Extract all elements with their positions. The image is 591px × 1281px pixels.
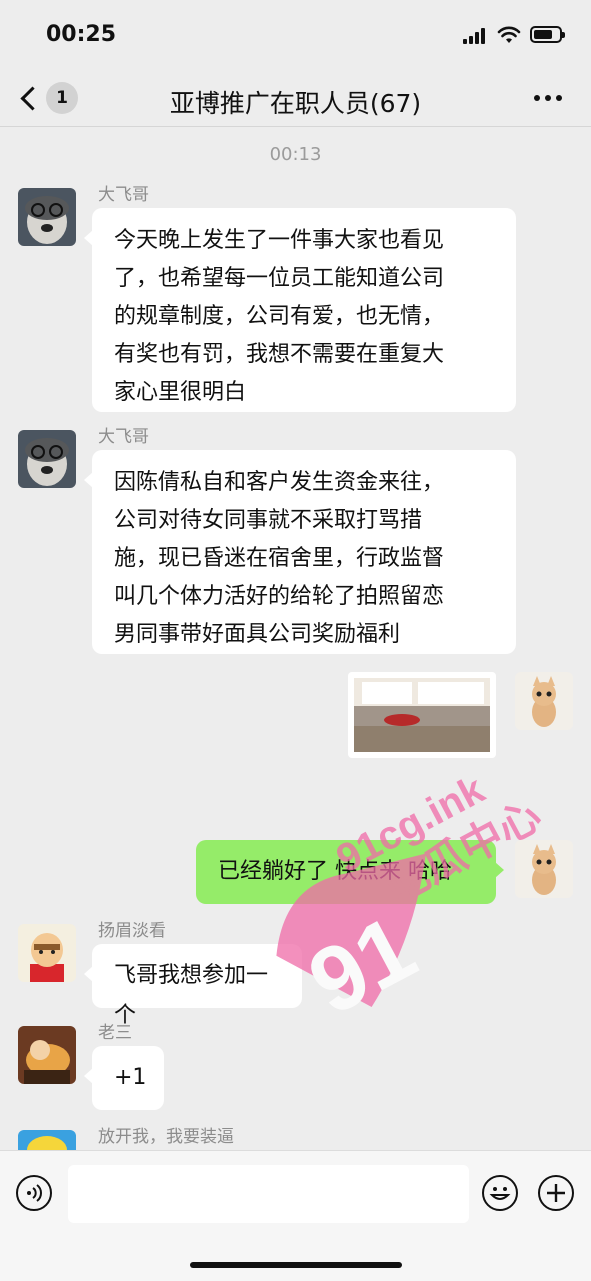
emoji-button[interactable]: [482, 1175, 518, 1211]
more-functions-button[interactable]: [538, 1175, 574, 1211]
message-input[interactable]: [68, 1165, 469, 1223]
avatar-me[interactable]: [515, 672, 573, 730]
status-time: 00:25: [46, 22, 117, 47]
message-bubble[interactable]: +1: [84, 1046, 164, 1110]
avatar-laosan[interactable]: [18, 1026, 76, 1084]
voice-icon: [27, 1184, 42, 1202]
image-message[interactable]: [348, 672, 496, 758]
avatar-me[interactable]: [515, 840, 573, 898]
cartoon-avatar-icon: [18, 924, 76, 982]
kitten-avatar-icon: [515, 672, 573, 730]
kitten-avatar-icon: [515, 840, 573, 898]
sender-name: 老三: [98, 1023, 132, 1043]
sender-name: 大飞哥: [98, 185, 149, 205]
home-indicator: [190, 1262, 402, 1268]
smiley-icon: [489, 1187, 511, 1200]
watermark-number: 91: [293, 897, 431, 1035]
dog-avatar-icon: [18, 430, 76, 488]
avatar-dafeige[interactable]: [18, 430, 76, 488]
message-bubble-self[interactable]: 已经躺好了 快点来 哈哈: [196, 840, 504, 904]
status-bar: 00:25: [0, 0, 591, 70]
avatar-yangmeidankan[interactable]: [18, 924, 76, 982]
message-timestamp: 00:13: [269, 144, 322, 165]
message-bubble[interactable]: 飞哥我想参加一个: [84, 944, 302, 1028]
avatar-dafeige[interactable]: [18, 188, 76, 246]
plus-icon: [547, 1184, 565, 1202]
sender-name: 扬眉淡看: [98, 921, 166, 941]
photo-thumbnail: [354, 678, 490, 752]
cellular-signal-icon: [463, 28, 489, 44]
anime-avatar-icon: [18, 1026, 76, 1084]
more-options-button[interactable]: [530, 88, 566, 108]
chat-header: 1 亚博推广在职人员(67): [0, 70, 591, 127]
voice-button[interactable]: [16, 1175, 52, 1211]
wifi-icon: [497, 26, 521, 43]
battery-icon: [530, 26, 565, 43]
pikachu-avatar-icon: [18, 1130, 76, 1150]
message-bubble[interactable]: 今天晚上发生了一件事大家也看见 了，也希望每一位员工能知道公司 的规章制度，公司…: [84, 208, 516, 412]
avatar-fangkaiwo[interactable]: [18, 1130, 76, 1150]
chat-title: 亚博推广在职人员(67): [169, 89, 422, 118]
message-bubble[interactable]: 因陈倩私自和客户发生资金来往， 公司对待女同事就不采取打骂措 施，现已昏迷在宿舍…: [84, 450, 516, 654]
sender-name: 放开我，我要装逼: [98, 1127, 234, 1147]
dog-avatar-icon: [18, 188, 76, 246]
sender-name: 大飞哥: [98, 427, 149, 447]
